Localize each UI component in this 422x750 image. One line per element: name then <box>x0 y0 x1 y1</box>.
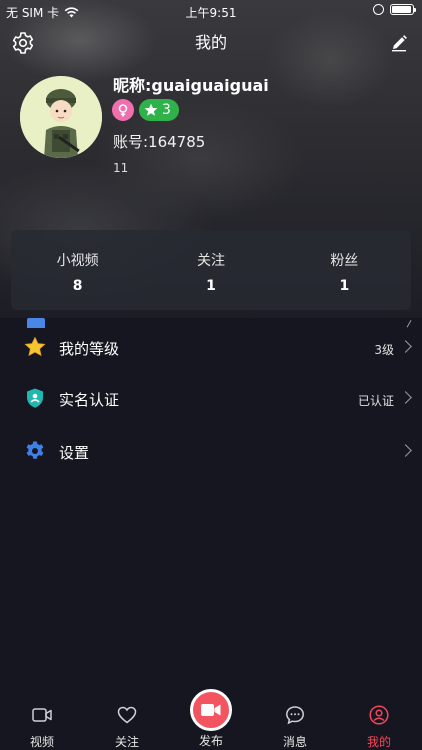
edit-pencil-icon[interactable] <box>390 34 408 52</box>
tab-videos[interactable]: 视频 <box>12 704 72 750</box>
menu-item-real-name-verification[interactable]: 实名认证 已认证 <box>0 373 422 425</box>
tab-label: 我的 <box>366 735 391 749</box>
tab-messages[interactable]: 消息 <box>265 704 325 750</box>
star-icon <box>144 103 158 116</box>
stats-card: 小视频 8 关注 1 粉丝 1 <box>11 230 411 310</box>
stat-label: 关注 <box>196 253 225 269</box>
battery-icon <box>390 4 416 15</box>
chat-icon <box>286 706 304 725</box>
tab-label: 消息 <box>282 735 307 749</box>
signature: 11 <box>113 161 129 175</box>
menu-item-settings[interactable]: 设置 <box>0 426 422 478</box>
stat-value: 8 <box>72 278 83 294</box>
nav-bar: 我的 <box>0 22 422 62</box>
chevron-right-icon <box>399 340 412 353</box>
camera-icon <box>201 704 221 716</box>
chevron-right-icon <box>399 391 412 404</box>
tab-label: 视频 <box>29 735 54 749</box>
chevron-right-icon <box>399 444 412 457</box>
stat-value: 1 <box>206 278 216 294</box>
account-id: 账号:164785 <box>113 133 206 151</box>
status-time: 上午9:51 <box>185 6 237 20</box>
level-badge: 3 <box>139 99 179 121</box>
stat-fans[interactable]: 粉丝 1 <box>278 230 411 310</box>
heart-icon <box>117 706 137 724</box>
level-badge-value: 3 <box>162 102 171 118</box>
stat-label: 小视频 <box>56 253 99 269</box>
menu-item-label: 我的等级 <box>59 340 120 358</box>
menu-item-label: 设置 <box>59 444 90 462</box>
menu-item-value: 已认证 <box>357 394 394 408</box>
female-gender-icon <box>112 99 134 121</box>
nickname: 昵称:guaiguaiguai <box>113 76 269 95</box>
rotation-lock-icon <box>373 4 384 15</box>
star-icon <box>24 336 46 357</box>
status-bar: 无 SIM 卡 上午9:51 <box>0 0 422 22</box>
menu-item-value: 3级 <box>374 343 394 357</box>
stat-videos[interactable]: 小视频 8 <box>11 230 144 310</box>
shield-icon <box>27 388 43 408</box>
tab-label: 关注 <box>114 735 139 749</box>
user-icon <box>369 705 389 725</box>
video-icon <box>32 708 52 722</box>
tab-following[interactable]: 关注 <box>97 704 157 750</box>
menu-item-label: 实名认证 <box>59 391 120 409</box>
menu-item-my-level[interactable]: 我的等级 3级 <box>0 322 422 374</box>
stat-label: 粉丝 <box>330 253 359 269</box>
stat-following[interactable]: 关注 1 <box>144 230 277 310</box>
badge-row: 3 <box>112 99 179 121</box>
gear-icon <box>26 441 44 459</box>
stat-value: 1 <box>339 278 350 294</box>
tab-me[interactable]: 我的 <box>349 704 409 750</box>
soldier-avatar-image <box>20 76 102 158</box>
publish-button[interactable] <box>190 689 232 731</box>
avatar[interactable] <box>20 76 102 158</box>
page-title: 我的 <box>194 33 227 52</box>
publish-label: 发布 <box>198 734 223 748</box>
